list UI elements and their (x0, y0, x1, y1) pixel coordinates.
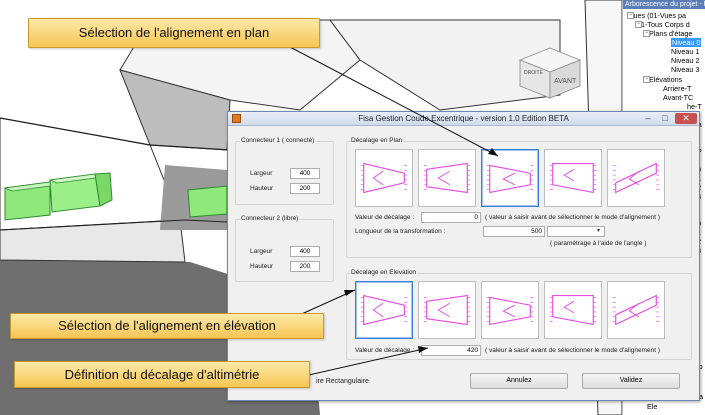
callout-elevation-alignment: Sélection de l'alignement en élévation (10, 313, 324, 339)
plan-offset-input[interactable]: 0 (421, 212, 481, 223)
browser-tree-item[interactable]: Niveau 0 (671, 38, 702, 47)
connector1-label: Connecteur 1 ( connecté) (240, 137, 316, 144)
project-browser-title: Arborescence du projet - F (623, 0, 705, 9)
plan-alignment-option[interactable] (355, 149, 413, 207)
dialog-titlebar[interactable]: Fisa Gestion Coude Excentrique - version… (228, 112, 699, 126)
browser-tree-item[interactable]: Ele (647, 402, 657, 411)
browser-tree-item[interactable]: Niveau 2 (671, 56, 699, 65)
viewcube-front-label[interactable]: AVANT (554, 78, 576, 85)
browser-tree-item[interactable]: he-T (687, 102, 702, 111)
elevation-alignment-option[interactable] (481, 281, 539, 339)
connector1-height-input[interactable]: 200 (290, 183, 320, 194)
tree-collapse-icon[interactable]: − (627, 12, 634, 19)
duct-type-text: ire Rectangulaire (316, 378, 369, 385)
connector2-width-label: Largeur (250, 248, 273, 255)
elevation-alignment-option[interactable] (544, 281, 602, 339)
browser-tree-item[interactable]: Elévations (649, 75, 682, 84)
connector2-label: Connecteur 2 (libre) (240, 215, 300, 222)
elevation-offset-hint: ( valeur à saisir avant de sélectionner … (485, 347, 661, 354)
elevation-offset-value-label: Valeur de décalage : (355, 347, 415, 354)
browser-tree-item[interactable]: Avant-TC (663, 93, 693, 102)
elevation-alignment-option[interactable] (418, 281, 476, 339)
plan-alignment-option[interactable] (418, 149, 476, 207)
connector1-height-label: Hauteur (250, 185, 274, 192)
browser-tree-item[interactable]: Plans d'étage (649, 29, 692, 38)
transformation-length-input[interactable]: 500 (483, 226, 545, 237)
chevron-down-icon: ▾ (596, 228, 600, 234)
callout-altimetry-offset: Définition du décalage d'altimétrie (14, 361, 310, 388)
connector1-width-input[interactable]: 400 (290, 168, 320, 179)
close-button[interactable]: ✕ (675, 113, 697, 124)
maximize-button[interactable]: □ (657, 113, 673, 124)
browser-tree-item[interactable]: Niveau 3 (671, 65, 699, 74)
plan-alignment-option[interactable] (607, 149, 665, 207)
connector2-height-input[interactable]: 200 (290, 261, 320, 272)
tree-collapse-icon[interactable]: − (643, 30, 650, 37)
connector2-height-label: Hauteur (250, 263, 274, 270)
plan-alignment-option[interactable] (544, 149, 602, 207)
plan-offset-label: Décalage en Plan (350, 137, 404, 144)
elevation-offset-input[interactable]: 420 (421, 345, 481, 356)
browser-tree-item[interactable]: 01-Tous Corps d (637, 20, 690, 29)
transformation-length-label: Longueur de la transformation : (355, 228, 446, 235)
viewcube-side-label[interactable]: DROITE (524, 70, 543, 76)
connector2-width-input[interactable]: 400 (290, 246, 320, 257)
browser-tree-item[interactable]: Vues (01-Vues pa (629, 11, 686, 20)
elevation-offset-label: Décalage en Elevation (350, 269, 418, 276)
elevation-alignment-option[interactable] (607, 281, 665, 339)
callout-plan-alignment: Sélection de l'alignement en plan (28, 18, 320, 48)
eccentric-elbow-dialog: Fisa Gestion Coude Excentrique - version… (227, 111, 700, 401)
plan-offset-hint: ( valeur à saisir avant de sélectionner … (485, 214, 661, 221)
dialog-title: Fisa Gestion Coude Excentrique - version… (358, 114, 569, 123)
minimize-button[interactable]: – (640, 113, 656, 124)
elevation-alignment-option[interactable] (355, 281, 413, 339)
ok-button[interactable]: Validez (582, 373, 680, 389)
browser-tree-item[interactable]: Arriere-T (663, 84, 691, 93)
cancel-button[interactable]: Annulez (470, 373, 568, 389)
tree-collapse-icon[interactable]: − (643, 76, 650, 83)
plan-offset-value-label: Valeur de décalage : (355, 214, 415, 221)
plan-alignment-option[interactable] (481, 149, 539, 207)
browser-tree-item[interactable]: Niveau 1 (671, 47, 699, 56)
angle-select[interactable]: ▾ (547, 226, 605, 237)
connector1-width-label: Largeur (250, 170, 273, 177)
tree-collapse-icon[interactable]: − (635, 21, 642, 28)
angle-hint: ( paramétrage à l'aide de l'angle ) (550, 240, 647, 247)
